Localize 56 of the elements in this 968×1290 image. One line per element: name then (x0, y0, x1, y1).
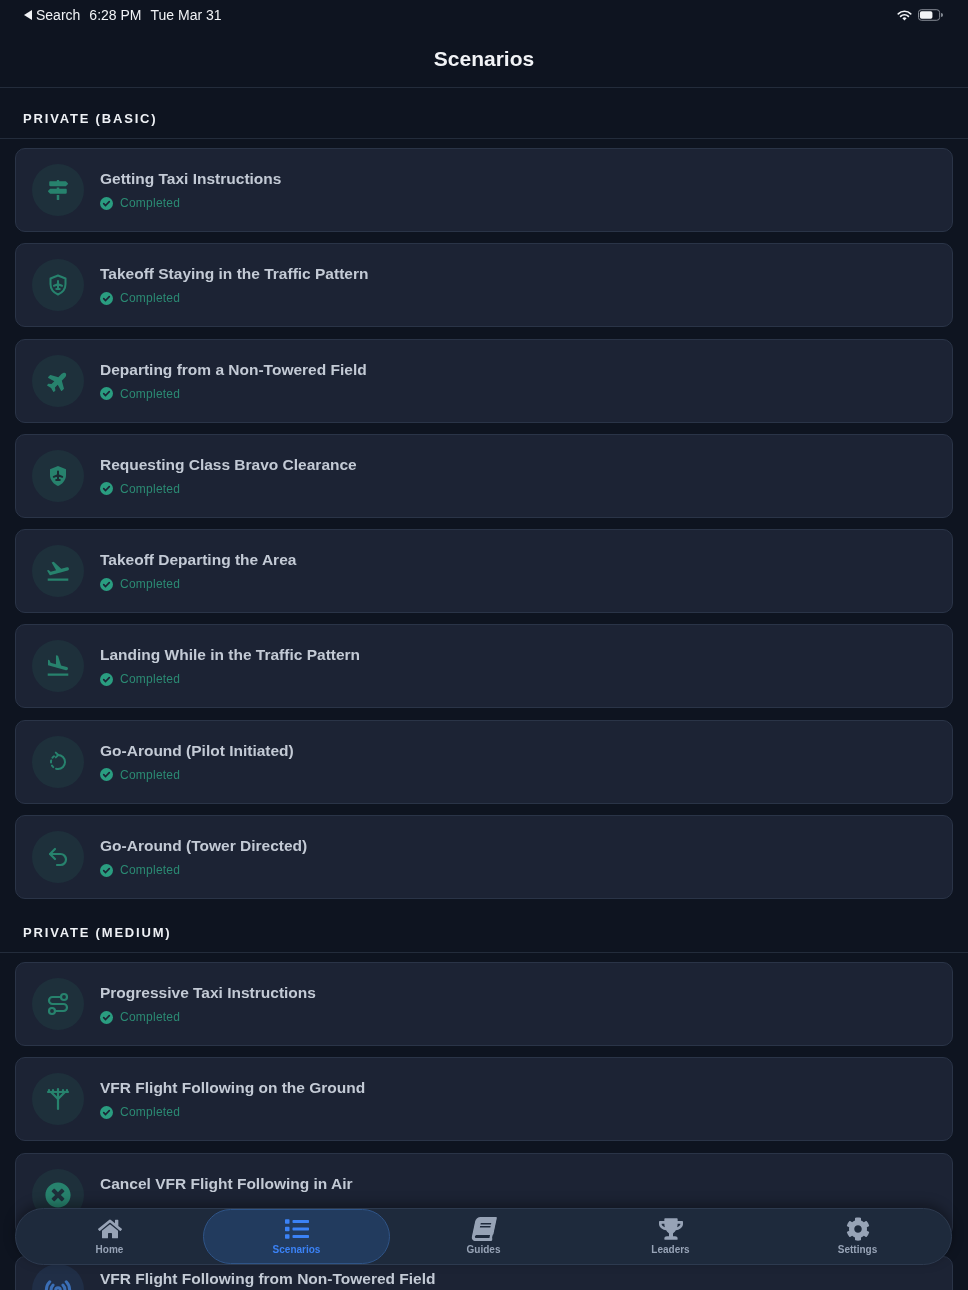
settings-icon (845, 1217, 870, 1241)
page-title: Scenarios (433, 45, 535, 72)
check-circle-icon (100, 482, 113, 496)
status-label: Completed (120, 766, 181, 783)
scenario-card[interactable]: Go-Around (Tower Directed) Completed (15, 815, 953, 900)
scenario-card[interactable]: Progressive Taxi Instructions Completed (15, 962, 953, 1047)
check-circle-icon (100, 673, 113, 686)
list-icon (284, 1217, 309, 1241)
scenario-title: Takeoff Departing the Area (100, 550, 297, 571)
status-time: 6:28 PM (89, 5, 142, 25)
back-icon[interactable] (24, 10, 32, 20)
status-label: Completed (120, 671, 181, 688)
home-icon (97, 1217, 122, 1241)
scenario-card[interactable]: Getting Taxi Instructions Completed (15, 148, 953, 232)
book-icon (469, 1217, 498, 1241)
scenario-title: Departing from a Non-Towered Field (100, 359, 367, 380)
scenario-title: Cancel VFR Flight Following in Air (100, 1173, 353, 1194)
scenario-card[interactable]: Requesting Class Bravo Clearance Completed (15, 433, 953, 518)
check-circle-icon (100, 1105, 113, 1119)
check-circle-icon (100, 863, 113, 877)
status-label: Completed (120, 1104, 181, 1121)
status-label: Completed (120, 385, 181, 402)
scenario-title: Takeoff Staying in the Traffic Pattern (100, 264, 369, 285)
check-circle-icon (100, 577, 113, 591)
section-header: PRIVATE (MEDIUM) (23, 925, 172, 942)
status-label: Completed (120, 1009, 181, 1026)
scenario-card[interactable]: Departing from a Non-Towered Field Completed (15, 338, 953, 423)
trophy-icon (658, 1217, 683, 1241)
scenario-title: Go-Around (Tower Directed) (100, 836, 308, 857)
check-circle-icon (100, 768, 113, 782)
status-label: Completed (120, 290, 181, 307)
scenario-title: Go-Around (Pilot Initiated) (100, 740, 294, 761)
scenario-title: VFR Flight Following from Non-Towered Field (100, 1268, 436, 1289)
battery-icon (918, 9, 943, 21)
scenario-title: Landing While in the Traffic Pattern (100, 645, 361, 666)
scenario-title: Getting Taxi Instructions (100, 169, 282, 189)
status-date: Tue Mar 31 (150, 5, 222, 25)
status-label: Completed (120, 576, 181, 593)
scenario-title: VFR Flight Following on the Ground (100, 1078, 366, 1099)
check-circle-icon (100, 1010, 113, 1024)
back-link[interactable]: Search (36, 4, 81, 26)
scenario-title: Requesting Class Bravo Clearance (100, 454, 357, 475)
section-header: PRIVATE (BASIC) (23, 111, 158, 127)
check-circle-icon (100, 291, 113, 305)
scenario-card[interactable]: VFR Flight Following on the Ground Completed (15, 1057, 953, 1142)
scenario-card[interactable]: Landing While in the Traffic Pattern Completed (15, 624, 953, 709)
scenario-title: Progressive Taxi Instructions (100, 983, 316, 1004)
check-circle-icon (100, 387, 113, 401)
status-label: Completed (120, 862, 181, 879)
check-circle-icon (100, 196, 113, 210)
scenario-card[interactable]: Takeoff Staying in the Traffic Pattern Completed (15, 243, 953, 328)
scenario-card[interactable]: Takeoff Departing the Area Completed (15, 529, 953, 614)
status-label: Completed (120, 195, 181, 211)
status-label: Completed (120, 480, 181, 497)
wifi-icon (897, 9, 912, 21)
scenario-card[interactable]: Go-Around (Pilot Initiated) Completed (15, 719, 953, 804)
